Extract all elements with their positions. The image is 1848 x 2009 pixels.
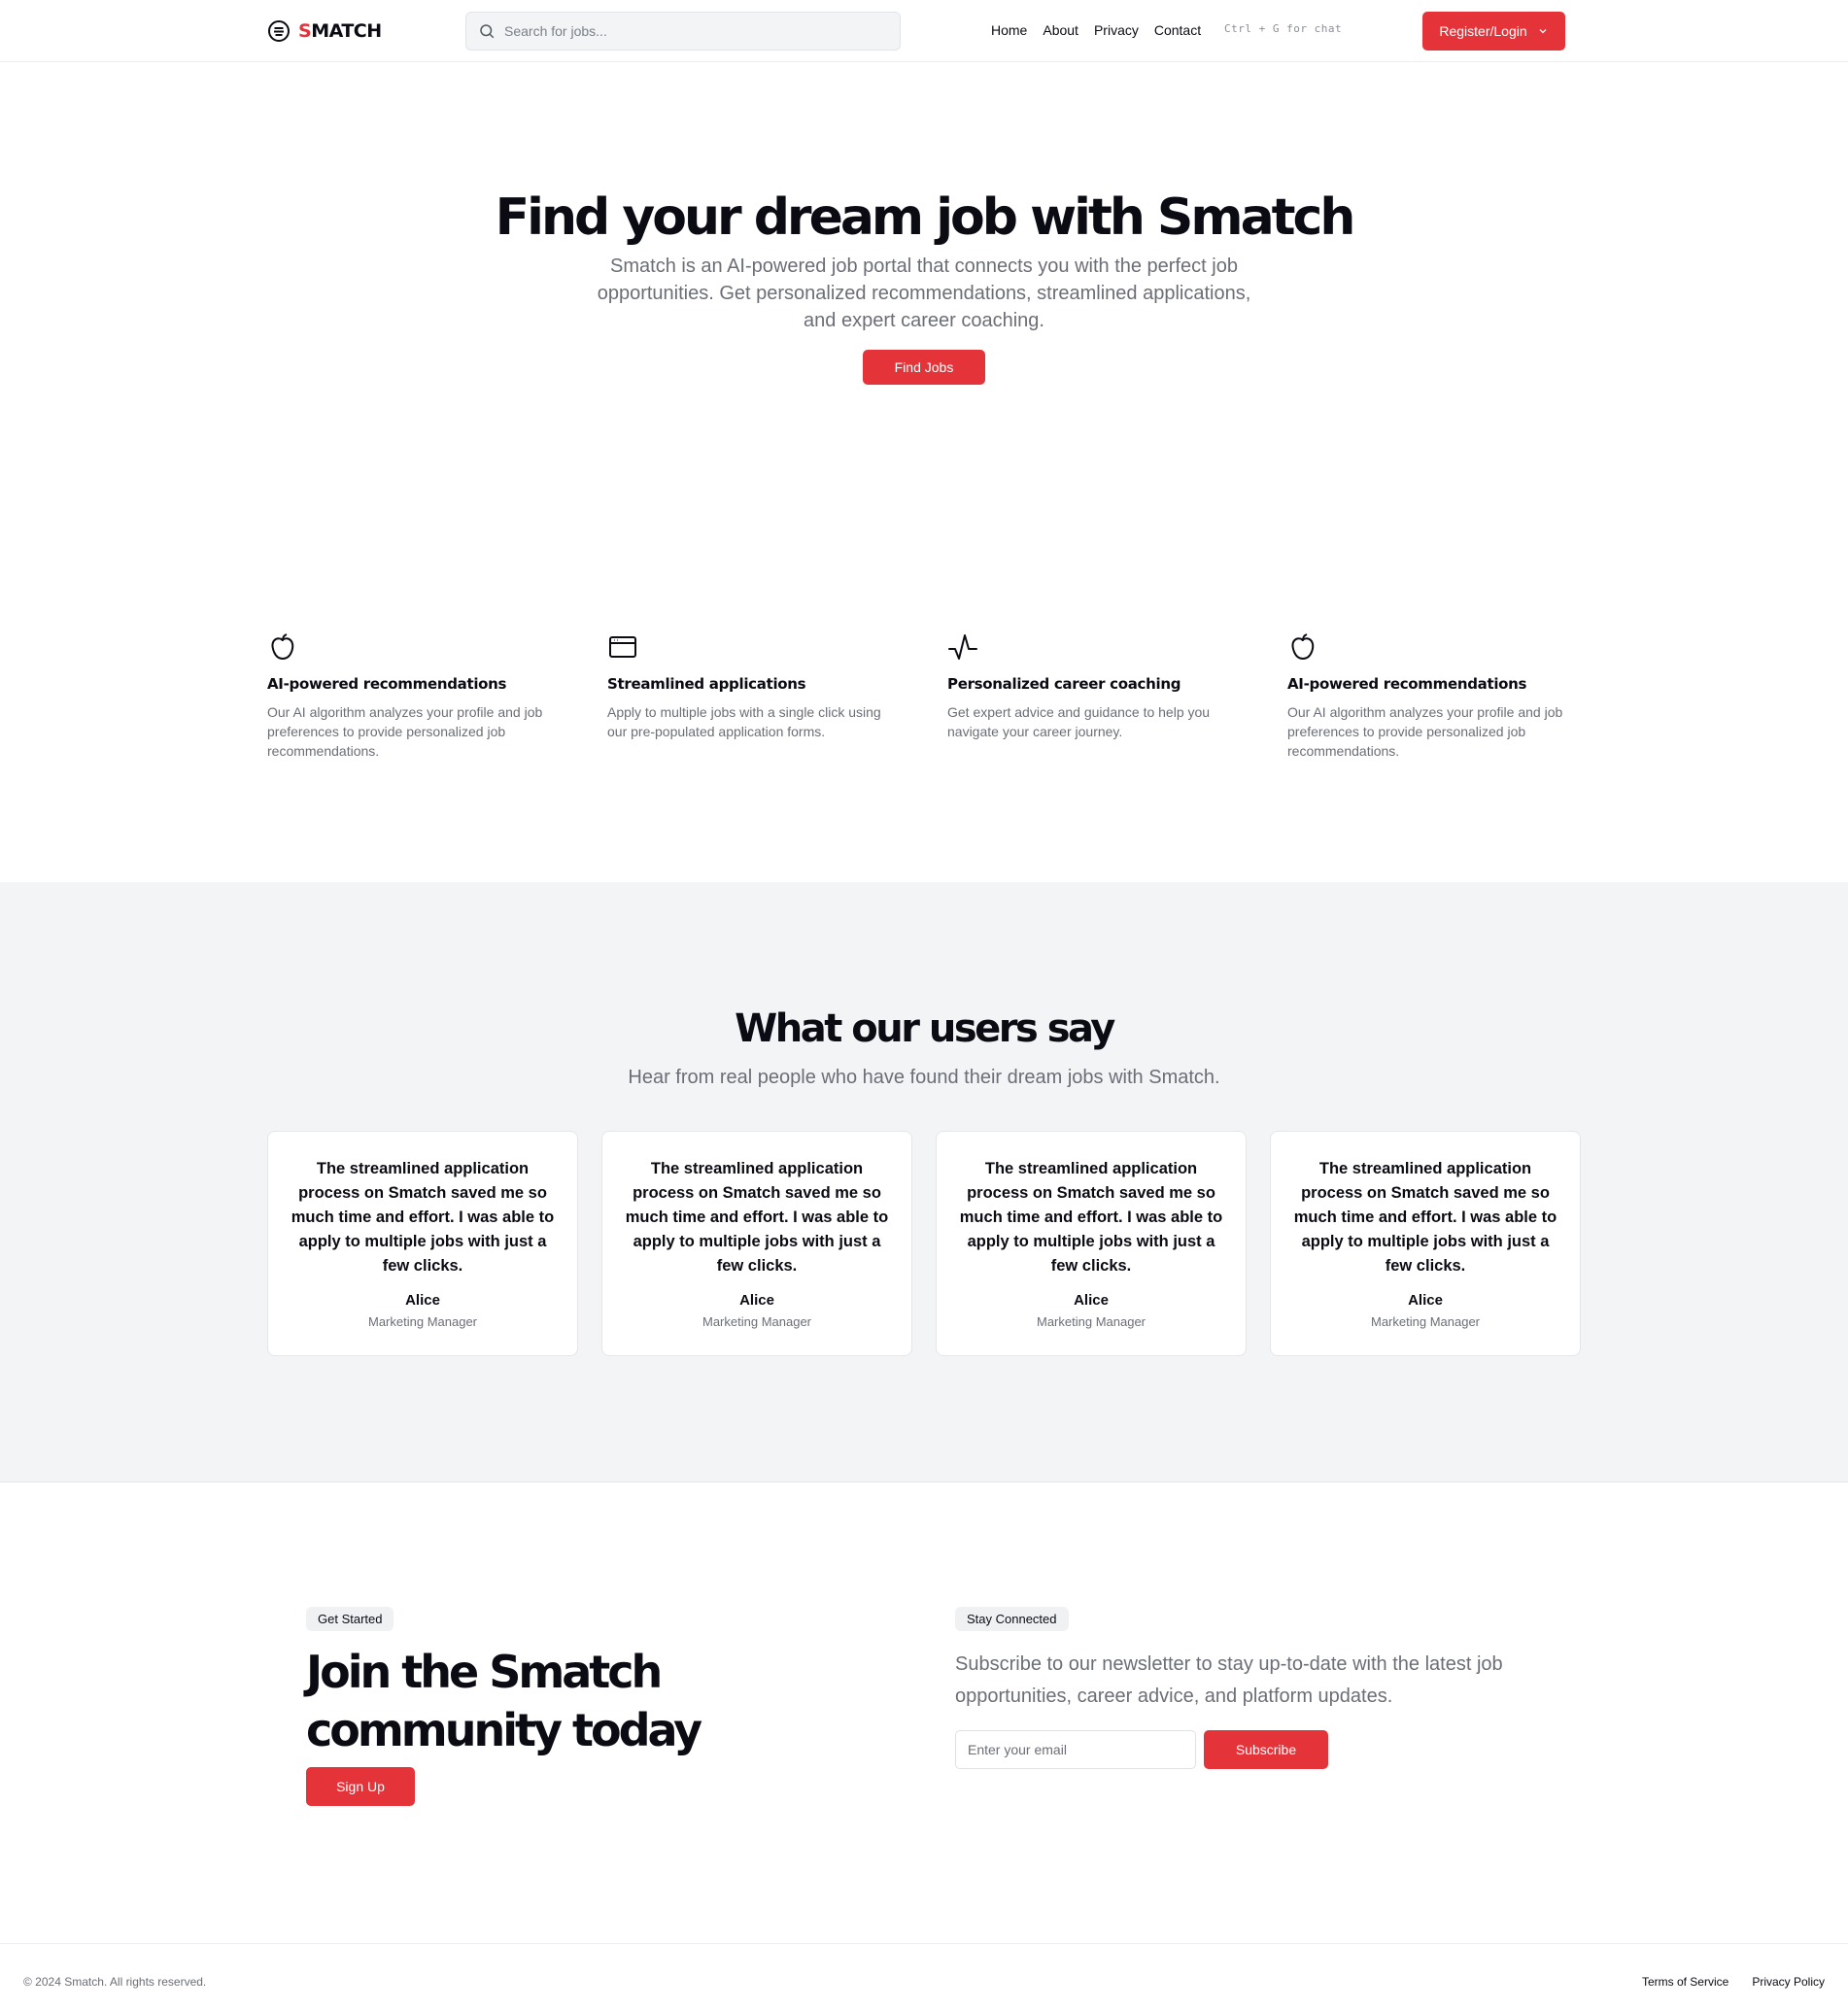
testimonial-list: The streamlined application process on S… — [267, 1131, 1581, 1356]
stay-connected-badge: Stay Connected — [955, 1607, 1069, 1631]
testimonials-title: What our users say — [735, 1006, 1115, 1051]
search-icon — [480, 24, 495, 39]
find-jobs-button[interactable]: Find Jobs — [863, 350, 985, 385]
feature-title: AI-powered recommendations — [267, 675, 507, 693]
apple-icon — [1291, 633, 1315, 660]
testimonial-role: Marketing Manager — [368, 1314, 477, 1329]
search-input[interactable] — [504, 23, 873, 39]
feature-item: AI-powered recommendations Our AI algori… — [1287, 631, 1627, 761]
activity-icon — [948, 634, 977, 660]
register-login-button[interactable]: Register/Login — [1422, 12, 1565, 51]
join-title: Join the Smatch community today — [306, 1646, 702, 1756]
feature-title: Streamlined applications — [607, 675, 806, 693]
hero-subtitle: Smatch is an AI-powered job portal that … — [597, 255, 1251, 331]
testimonial-card: The streamlined application process on S… — [936, 1131, 1247, 1356]
apple-icon — [271, 633, 294, 660]
chat-shortcut-hint: Ctrl + G for chat — [1224, 22, 1343, 35]
register-login-label: Register/Login — [1439, 23, 1527, 39]
nav-contact[interactable]: Contact — [1154, 22, 1201, 38]
testimonial-quote: The streamlined application process on S… — [959, 1160, 1223, 1275]
feature-text: Our AI algorithm analyzes your profile a… — [1287, 704, 1563, 759]
sign-up-button[interactable]: Sign Up — [306, 1767, 415, 1806]
nav-privacy[interactable]: Privacy — [1094, 22, 1139, 38]
testimonial-role: Marketing Manager — [702, 1314, 811, 1329]
site-footer: © 2024 Smatch. All rights reserved. Term… — [0, 1943, 1848, 2009]
testimonial-role: Marketing Manager — [1037, 1314, 1146, 1329]
subscribe-button[interactable]: Subscribe — [1204, 1730, 1328, 1769]
testimonial-name: Alice — [405, 1292, 440, 1309]
feature-item: Personalized career coaching Get expert … — [947, 631, 1287, 761]
logo[interactable]: SMATCH — [267, 19, 382, 43]
window-icon — [609, 636, 636, 658]
site-header: SMATCH Home About Privacy Contact Ctrl +… — [0, 0, 1848, 62]
testimonial-quote: The streamlined application process on S… — [1293, 1160, 1557, 1275]
testimonial-card: The streamlined application process on S… — [601, 1131, 912, 1356]
testimonials-subtitle: Hear from real people who have found the… — [628, 1067, 1220, 1088]
nav-home[interactable]: Home — [991, 22, 1027, 38]
testimonials-section: What our users say Hear from real people… — [0, 882, 1848, 1482]
nav-about[interactable]: About — [1043, 22, 1078, 38]
copyright-text: © 2024 Smatch. All rights reserved. — [23, 1975, 207, 1989]
email-field[interactable] — [955, 1730, 1196, 1769]
join-section: Get Started Join the Smatch community to… — [306, 1607, 889, 1806]
feature-text: Get expert advice and guidance to help y… — [947, 704, 1211, 739]
newsletter-section: Stay Connected Subscribe to our newslett… — [955, 1607, 1538, 1769]
feature-title: Personalized career coaching — [947, 675, 1181, 693]
get-started-badge: Get Started — [306, 1607, 394, 1631]
testimonial-name: Alice — [1074, 1292, 1109, 1309]
feature-text: Apply to multiple jobs with a single cli… — [607, 704, 881, 739]
feature-text: Our AI algorithm analyzes your profile a… — [267, 704, 543, 759]
search-box[interactable] — [465, 12, 901, 51]
testimonial-role: Marketing Manager — [1371, 1314, 1480, 1329]
features-section: AI-powered recommendations Our AI algori… — [267, 631, 1627, 761]
testimonial-card: The streamlined application process on S… — [267, 1131, 578, 1356]
feature-item: Streamlined applications Apply to multip… — [607, 631, 947, 761]
logo-icon — [268, 20, 290, 42]
newsletter-form: Subscribe — [955, 1730, 1538, 1769]
hero-section: Find your dream job with Smatch Smatch i… — [0, 185, 1848, 385]
hero-title: Find your dream job with Smatch — [495, 188, 1356, 247]
privacy-policy-link[interactable]: Privacy Policy — [1752, 1975, 1825, 1989]
testimonial-card: The streamlined application process on S… — [1270, 1131, 1581, 1356]
newsletter-text: Subscribe to our newsletter to stay up-t… — [955, 1653, 1503, 1707]
testimonial-name: Alice — [1408, 1292, 1443, 1309]
brand-name: SMATCH — [298, 20, 382, 42]
testimonial-quote: The streamlined application process on S… — [625, 1160, 889, 1275]
testimonial-quote: The streamlined application process on S… — [291, 1160, 555, 1275]
footer-links: Terms of Service Privacy Policy — [1642, 1975, 1825, 1989]
terms-link[interactable]: Terms of Service — [1642, 1975, 1728, 1989]
feature-item: AI-powered recommendations Our AI algori… — [267, 631, 607, 761]
feature-title: AI-powered recommendations — [1287, 675, 1527, 693]
testimonial-name: Alice — [739, 1292, 774, 1309]
chevron-down-icon — [1539, 29, 1547, 34]
main-nav: Home About Privacy Contact — [991, 22, 1201, 38]
